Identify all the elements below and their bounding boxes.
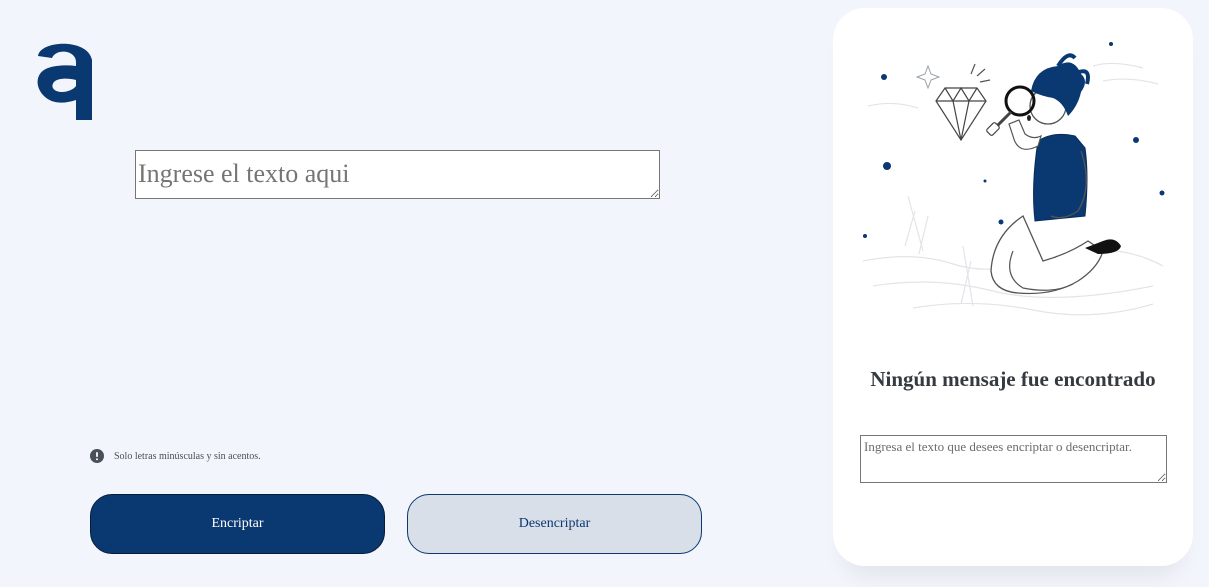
hint-text: Solo letras minúsculas y sin acentos.: [114, 450, 261, 462]
text-input[interactable]: [135, 150, 660, 199]
alura-logo-icon: [37, 43, 92, 120]
page: Solo letras minúsculas y sin acentos. En…: [0, 0, 1209, 587]
decrypt-button[interactable]: Desencriptar: [407, 494, 702, 554]
hint-message: Solo letras minúsculas y sin acentos.: [90, 449, 261, 463]
exclamation-circle-icon: [90, 449, 104, 463]
empty-state-title: Ningún mensaje fue encontrado: [870, 367, 1156, 391]
encrypt-button[interactable]: Encriptar: [90, 494, 385, 554]
output-panel: Ningún mensaje fue encontrado: [833, 8, 1193, 566]
output-textarea[interactable]: [860, 435, 1167, 483]
boy-with-magnifying-glass-illustration: [862, 42, 1165, 316]
